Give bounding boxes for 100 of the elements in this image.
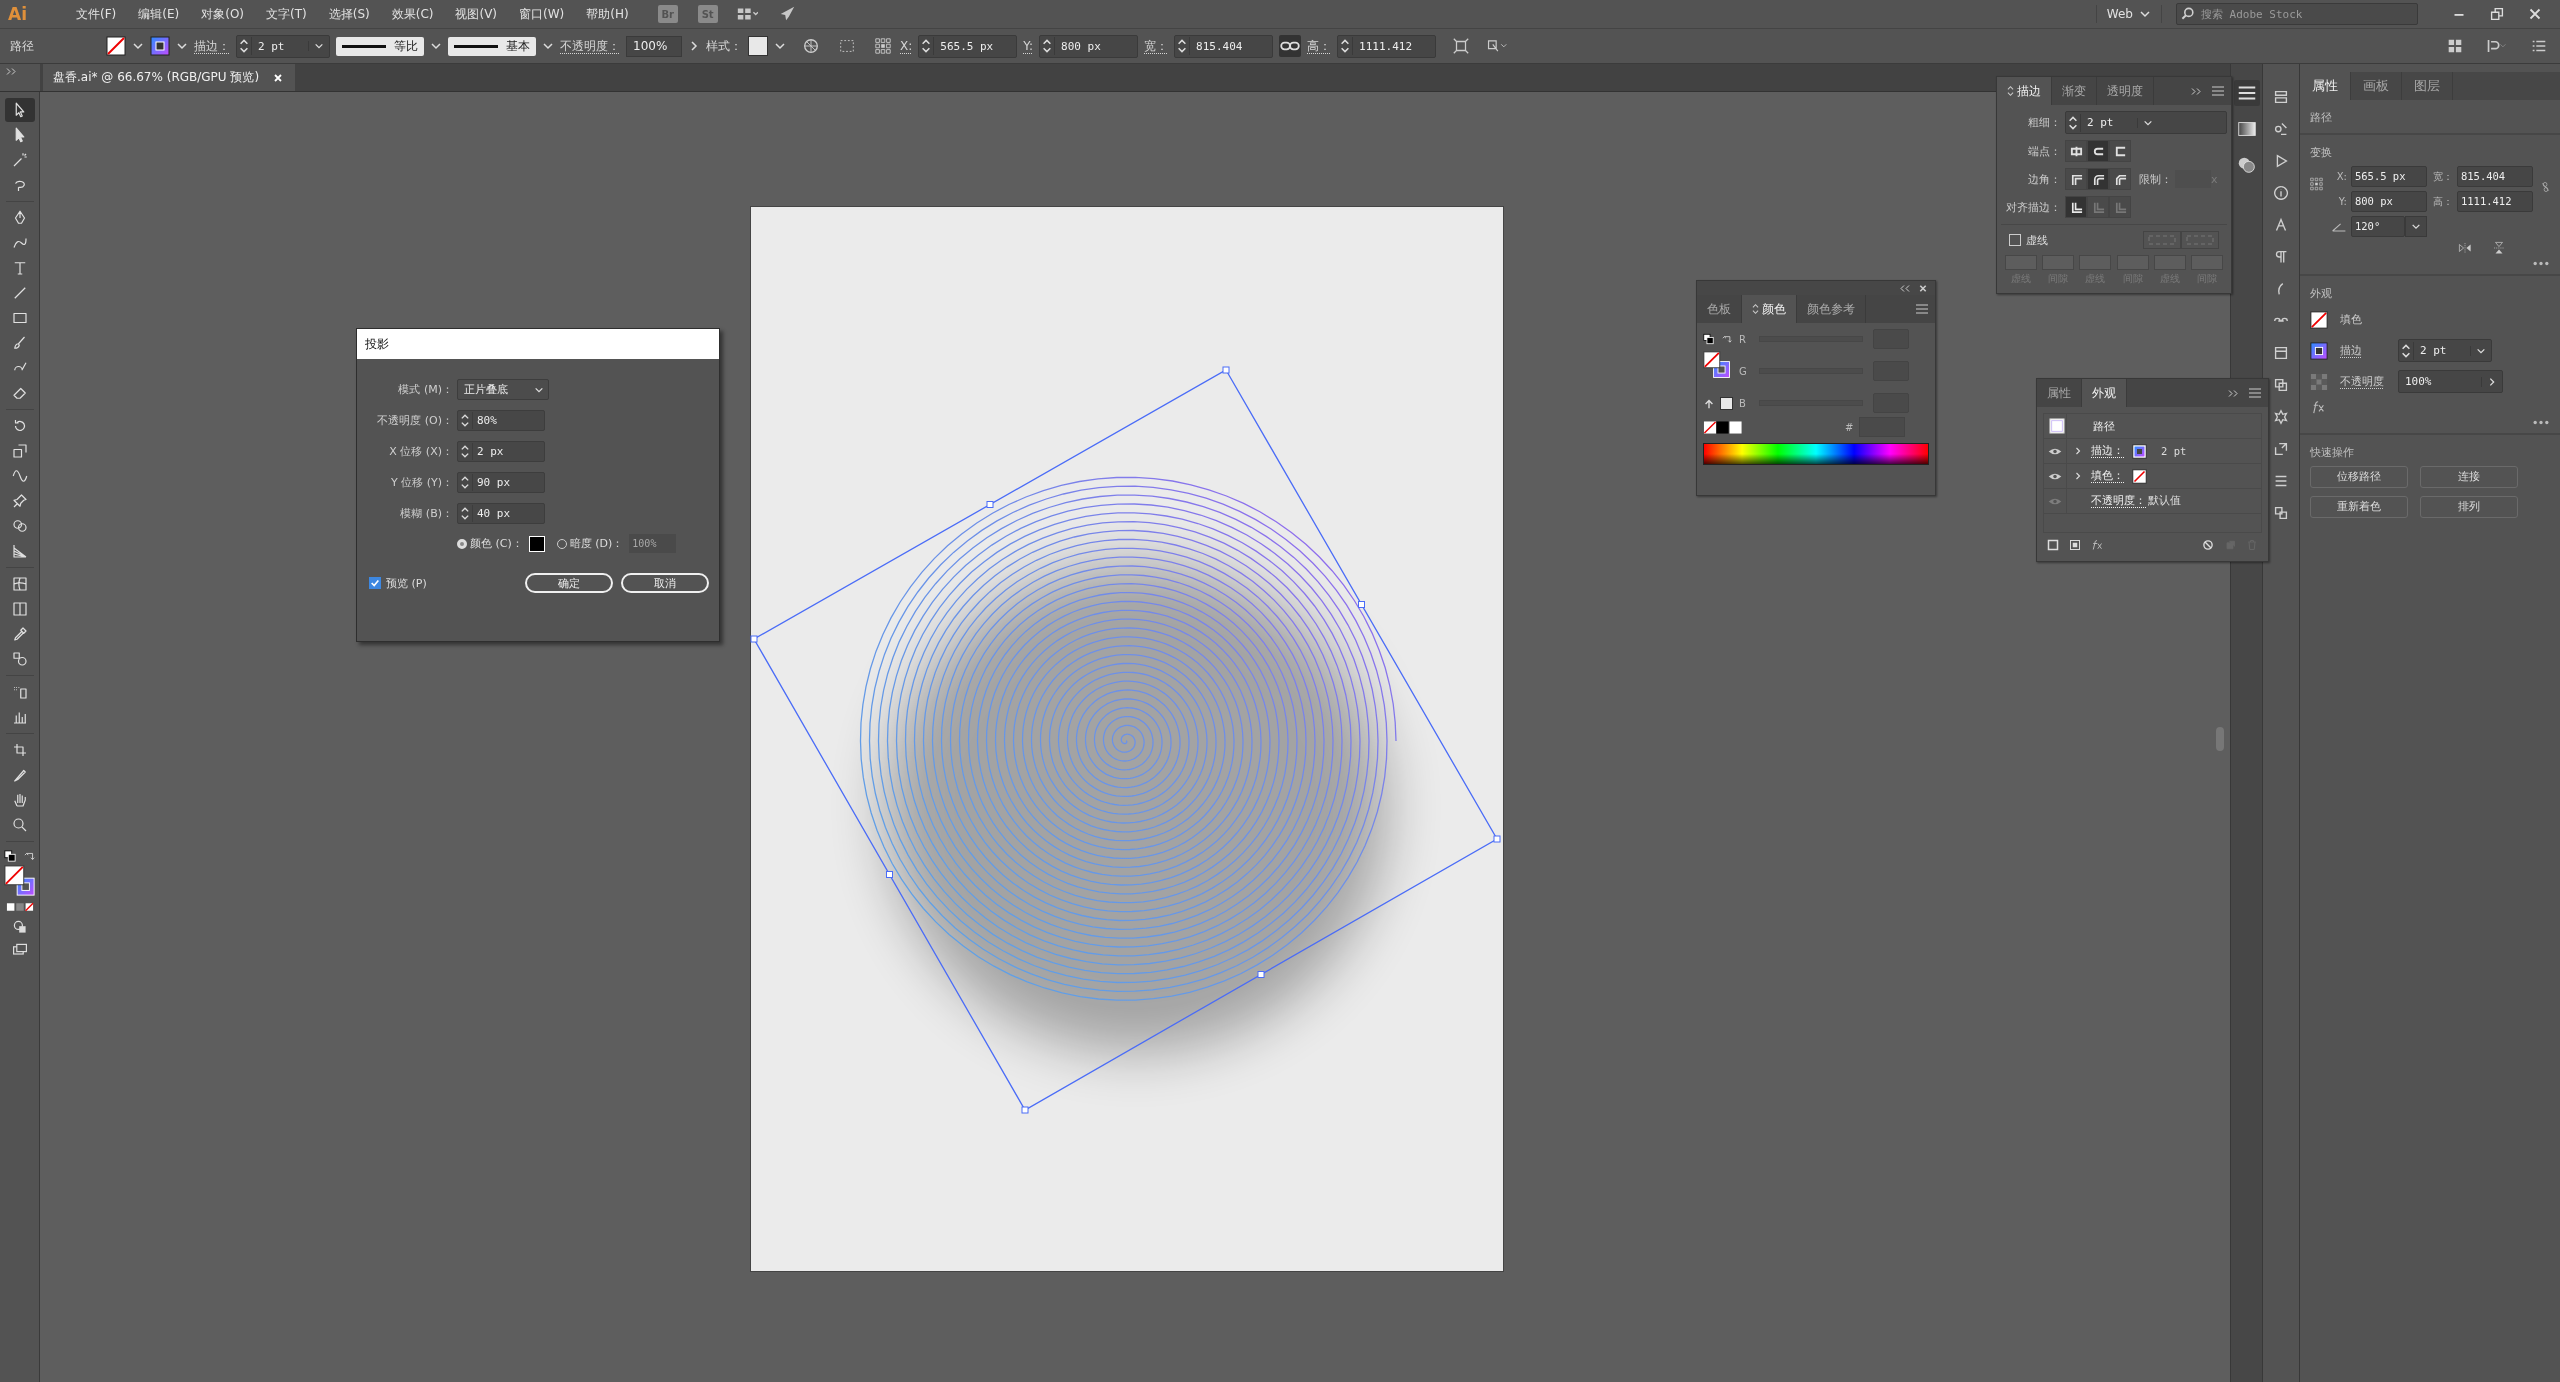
panel-tab[interactable]: 颜色参考 (1797, 295, 1866, 323)
panel-icon[interactable] (2272, 408, 2290, 426)
expand-chevron-icon[interactable] (2075, 446, 2081, 456)
opacity-field[interactable]: 100% (2398, 370, 2503, 393)
cap-button[interactable] (2065, 140, 2087, 162)
selection-tool[interactable] (4, 98, 35, 122)
fill-swatch[interactable] (106, 36, 126, 56)
flip-horizontal-icon[interactable] (2457, 241, 2472, 255)
default-colors-icon[interactable] (3, 850, 16, 862)
link-icon[interactable] (1279, 35, 1302, 57)
caret-icon[interactable] (430, 40, 442, 52)
number-field[interactable]: 80% (457, 410, 545, 431)
menu-item[interactable]: 帮助(H) (577, 3, 638, 25)
graphic-style-swatch[interactable] (748, 36, 768, 56)
width-label[interactable]: 宽： (1144, 37, 1169, 55)
scrollbar-thumb[interactable] (2216, 727, 2224, 751)
stroke-label[interactable]: 描边 (2340, 343, 2386, 358)
opacity-label[interactable]: 不透明度： (560, 37, 620, 55)
x-field[interactable]: 565.5 px (918, 34, 1018, 58)
expand-icon[interactable] (2191, 86, 2203, 96)
panel-icon[interactable] (2272, 120, 2290, 138)
flip-vertical-icon[interactable] (2491, 241, 2506, 255)
stroke-swatch[interactable] (2132, 443, 2147, 459)
x-label[interactable]: X: (900, 39, 913, 53)
caret-icon[interactable] (176, 40, 188, 52)
visibility-eye-icon[interactable] (2048, 471, 2062, 481)
color-mode-icon[interactable] (5, 902, 34, 912)
menu-item[interactable]: 选择(S) (319, 3, 379, 25)
more-icon[interactable] (2532, 261, 2550, 266)
number-field[interactable]: 2 px (457, 441, 545, 462)
gamut-color-swatch[interactable] (1720, 397, 1733, 410)
swap-arrow-icon[interactable] (23, 850, 36, 862)
menu-item[interactable]: 窗口(W) (510, 3, 574, 25)
add-fill-icon[interactable] (2069, 539, 2081, 551)
attribute-label[interactable]: 不透明度： (2091, 494, 2146, 508)
panel-tab[interactable]: 描边 (1997, 77, 2052, 105)
menu-item[interactable]: 文件(F) (67, 3, 126, 25)
quick-action-button[interactable]: 位移路径 (2310, 466, 2408, 488)
stroke-weight-field[interactable]: 2 pt (236, 34, 330, 58)
clear-appearance-icon[interactable] (2202, 539, 2214, 551)
draw-mode-icon[interactable] (11, 919, 28, 935)
caret-icon[interactable] (132, 40, 144, 52)
radio-option[interactable]: 颜色 (C)： (457, 536, 523, 551)
stroke-swatch[interactable] (150, 36, 170, 56)
color-spectrum[interactable] (1703, 443, 1929, 465)
mode-dropdown[interactable]: 正片叠底 (457, 379, 549, 400)
fill-stroke-swatches[interactable] (3, 865, 36, 897)
variable-width-profile[interactable]: 等比 (336, 36, 424, 56)
chevron-right-icon[interactable] (688, 40, 700, 52)
quick-action-button[interactable]: 重新着色 (2310, 496, 2408, 518)
width-field[interactable]: 815.404 (1174, 34, 1274, 58)
darkness-field[interactable]: 100% (629, 534, 677, 553)
corner-button[interactable] (2109, 168, 2131, 190)
cap-button[interactable] (2087, 140, 2109, 162)
stepper-icon[interactable] (2399, 341, 2414, 360)
panel-icon[interactable] (2272, 376, 2290, 394)
workspace-switcher[interactable]: Web (2095, 5, 2162, 23)
panel-menu-icon[interactable] (2248, 388, 2262, 398)
screen-mode-icon[interactable] (11, 942, 28, 958)
fx-icon[interactable] (2091, 539, 2103, 551)
corner-button[interactable] (2087, 168, 2109, 190)
close-icon[interactable] (1917, 283, 1929, 293)
visibility-eye-icon[interactable] (2048, 446, 2062, 456)
quick-swatches[interactable] (1703, 420, 1743, 434)
more-icon[interactable] (2532, 420, 2550, 425)
panel-icon[interactable] (2272, 440, 2290, 458)
align-stroke-button[interactable] (2065, 196, 2087, 218)
quick-action-button[interactable]: 连接 (2420, 466, 2518, 488)
number-field[interactable]: 40 px (457, 503, 545, 524)
swap-arrow-icon[interactable] (1722, 333, 1733, 345)
default-colors-icon[interactable] (1703, 333, 1714, 345)
ok-button[interactable]: 确定 (525, 573, 613, 593)
expand-chevron-icon[interactable] (2075, 471, 2081, 481)
up-arrow-icon[interactable] (1703, 397, 1715, 410)
height-field[interactable]: 1111.412 (2456, 191, 2533, 212)
stroke-label[interactable]: 描边： (194, 37, 230, 55)
height-label[interactable]: 高： (1307, 37, 1332, 55)
document-tab[interactable]: 盘香.ai* @ 66.67% (RGB/GPU 预览) (43, 64, 296, 91)
shadow-color-swatch[interactable] (528, 535, 545, 552)
caret-icon[interactable] (542, 40, 554, 52)
x-field[interactable]: 565.5 px (2350, 166, 2427, 187)
stepper-icon[interactable] (919, 37, 935, 55)
options-toggle-icon[interactable] (1752, 303, 1759, 315)
opacity-field[interactable]: 100% (626, 35, 682, 57)
stepper-icon[interactable] (1040, 37, 1056, 55)
panel-icon[interactable] (2272, 184, 2290, 202)
reference-point-icon[interactable] (872, 37, 894, 55)
stepper-icon[interactable] (1338, 37, 1354, 55)
stepper-icon[interactable] (2066, 113, 2081, 132)
fill-swatch[interactable] (2132, 468, 2147, 484)
panel-tab[interactable]: 属性 (2300, 72, 2351, 100)
panel-icon[interactable] (2272, 504, 2290, 522)
fill-swatch[interactable] (2310, 310, 2328, 329)
cap-button[interactable] (2109, 140, 2131, 162)
height-field[interactable]: 1111.412 (1337, 34, 1437, 58)
menu-item[interactable]: 视图(V) (446, 3, 507, 25)
panel-tab[interactable]: 外观 (2082, 379, 2127, 407)
panel-tab[interactable]: 透明度 (2097, 77, 2154, 105)
panel-menu-icon[interactable] (2211, 86, 2225, 96)
dashed-line-checkbox[interactable]: 虚线 (2009, 232, 2048, 248)
